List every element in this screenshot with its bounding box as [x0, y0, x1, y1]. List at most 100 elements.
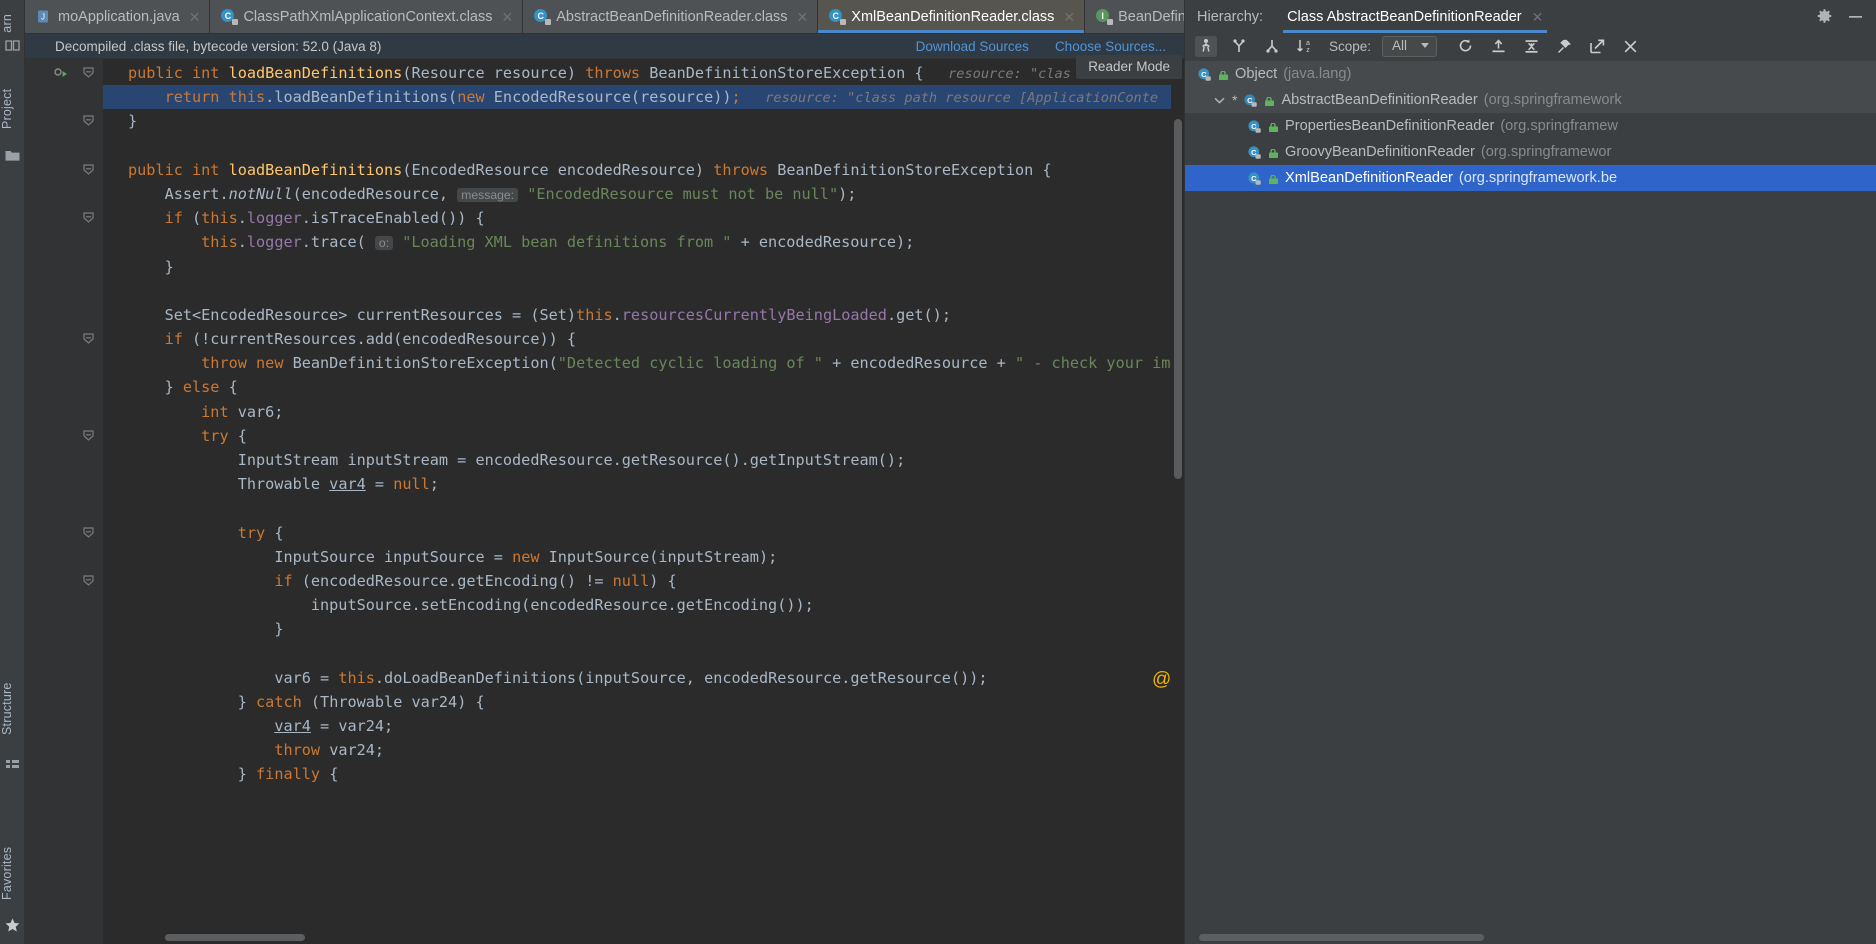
code-line[interactable] [103, 134, 1184, 158]
hierarchy-tree[interactable]: C Object (java.lang) * C AbstractBeanDefiniti… [1185, 59, 1876, 931]
expand-all-icon[interactable] [1487, 36, 1509, 57]
project-icon[interactable] [4, 147, 21, 164]
scrollbar-thumb[interactable] [1174, 119, 1182, 479]
scope-select[interactable]: All [1382, 35, 1438, 57]
code-line[interactable]: public int loadBeanDefinitions(EncodedRe… [103, 158, 1184, 182]
close-icon[interactable]: ✕ [187, 10, 201, 24]
code-line[interactable]: var4 = var24; [103, 714, 1184, 738]
hierarchy-tree-row[interactable]: C GroovyBeanDefinitionReader (org.springfr… [1185, 139, 1876, 165]
chevron-down-icon[interactable] [1213, 97, 1226, 104]
close-icon[interactable]: ✕ [1530, 10, 1544, 24]
sidebar-item-structure[interactable]: Structure [0, 669, 25, 749]
code-token: throws [713, 160, 778, 179]
editor-tab-xmlbeandefinitionreader[interactable]: C XmlBeanDefinitionReader.class ✕ [818, 0, 1086, 33]
code-line[interactable]: public int loadBeanDefinitions(Resource … [103, 61, 1184, 85]
favorites-star-icon[interactable] [4, 917, 21, 934]
supertypes-hierarchy-icon[interactable] [1228, 36, 1250, 57]
code-line[interactable]: throw new BeanDefinitionStoreException("… [103, 351, 1184, 375]
code-line[interactable]: throw var24; [103, 738, 1184, 762]
code-line[interactable]: try { [103, 521, 1184, 545]
code-line[interactable]: try { [103, 424, 1184, 448]
code-line[interactable]: } catch (Throwable var24) { [103, 690, 1184, 714]
editor-tab-moapplication[interactable]: J moApplication.java ✕ [25, 0, 211, 33]
docs-icon[interactable] [4, 37, 21, 59]
code-line[interactable]: Set<EncodedResource> currentResources = … [103, 303, 1184, 327]
hierarchy-tree-row[interactable]: C XmlBeanDefinitionReader (org.springframe… [1185, 165, 1876, 191]
download-sources-link[interactable]: Download Sources [916, 39, 1029, 54]
code-fold-toggle[interactable] [83, 333, 94, 344]
code-line[interactable]: } [103, 617, 1184, 641]
editor-horizontal-scrollbar[interactable] [103, 931, 1171, 944]
editor-tab-abstractbeandefinitionreader[interactable]: C AbstractBeanDefinitionReader.class ✕ [523, 0, 819, 33]
hierarchy-tree-row[interactable]: C PropertiesBeanDefinitionReader (org.spri… [1185, 113, 1876, 139]
code-fold-toggle[interactable] [83, 430, 94, 441]
sort-alphabetically-icon[interactable]: az [1294, 36, 1316, 57]
code-fold-toggle[interactable] [83, 115, 94, 127]
gear-icon[interactable] [1816, 8, 1833, 25]
code-line[interactable]: var6 = this.doLoadBeanDefinitions(inputS… [103, 666, 1184, 690]
code-line[interactable]: } [103, 255, 1184, 279]
scrollbar-thumb[interactable] [165, 934, 305, 941]
left-strip-spacer [0, 33, 25, 59]
close-icon[interactable]: ✕ [1061, 10, 1075, 24]
pin-icon[interactable] [1553, 36, 1575, 57]
code-token: logger [246, 209, 302, 228]
code-fold-toggle[interactable] [83, 164, 94, 175]
code-token: InputSource inputSource = [274, 547, 513, 566]
code-line[interactable]: } else { [103, 375, 1184, 399]
editor-vertical-scrollbar[interactable] [1171, 59, 1184, 944]
editor-gutter[interactable] [25, 59, 103, 944]
code-line[interactable]: InputStream inputStream = encodedResourc… [103, 448, 1184, 472]
sidebar-item-project[interactable]: Project [0, 77, 25, 141]
sidebar-item-favorites[interactable]: Favorites [0, 831, 25, 915]
close-icon[interactable] [1619, 36, 1641, 57]
code-line[interactable]: inputSource.setEncoding(encodedResource.… [103, 593, 1184, 617]
collapse-all-icon[interactable] [1520, 36, 1542, 57]
code-line[interactable]: if (!currentResources.add(encodedResourc… [103, 327, 1184, 351]
run-method-gutter-icon[interactable] [53, 68, 69, 89]
code-content[interactable]: public int loadBeanDefinitions(Resource … [103, 59, 1184, 787]
code-token: null [393, 475, 430, 494]
code-line[interactable]: return this.loadBeanDefinitions(new Enco… [103, 85, 1184, 110]
code-line[interactable] [103, 496, 1184, 520]
code-fold-toggle[interactable] [83, 212, 94, 223]
code-line[interactable]: if (encodedResource.getEncoding() != nul… [103, 569, 1184, 593]
minimize-icon[interactable] [1847, 8, 1864, 25]
structure-icon[interactable] [4, 757, 21, 774]
close-icon[interactable]: ✕ [795, 10, 809, 24]
code-line[interactable]: Throwable var4 = null; [103, 472, 1184, 496]
close-icon[interactable]: ✕ [499, 10, 513, 24]
code-editor[interactable]: public int loadBeanDefinitions(Resource … [103, 59, 1184, 944]
code-fold-toggle[interactable] [83, 67, 94, 78]
hierarchy-tree-row[interactable]: * C AbstractBeanDefinitionReader (org.sprin… [1185, 87, 1876, 113]
code-fold-toggle[interactable] [83, 527, 94, 538]
hierarchy-class-name: XmlBeanDefinitionReader [1285, 170, 1453, 186]
export-icon[interactable] [1586, 36, 1608, 57]
editor-tab-beandefinitionreader[interactable]: I BeanDefinitionReader.class [1085, 0, 1184, 33]
top-row: Learn J moApplication.java ✕ C ClassPath… [0, 0, 1876, 77]
choose-sources-link[interactable]: Choose Sources... [1055, 39, 1166, 54]
refresh-icon[interactable] [1454, 36, 1476, 57]
left-tool-strip-top: Learn [0, 0, 25, 77]
code-token: loadBeanDefinitions [228, 64, 403, 82]
code-line[interactable]: InputSource inputSource = new InputSourc… [103, 545, 1184, 569]
subtypes-hierarchy-icon[interactable] [1261, 36, 1283, 57]
code-fold-toggle[interactable] [83, 575, 94, 586]
code-line[interactable]: if (this.logger.isTraceEnabled()) { [103, 206, 1184, 230]
code-line[interactable] [103, 279, 1184, 303]
code-line[interactable]: } finally { [103, 762, 1184, 786]
editor-tab-bar[interactable]: J moApplication.java ✕ C ClassPathXmlApp… [25, 0, 1184, 33]
hierarchy-tab[interactable]: Class AbstractBeanDefinitionReader ✕ [1279, 0, 1551, 33]
hierarchy-horizontal-scrollbar[interactable] [1185, 931, 1876, 944]
reader-mode-chip[interactable]: Reader Mode [1076, 55, 1182, 79]
code-line[interactable] [103, 642, 1184, 666]
editor-tab-classpathxmlapplicationcontext[interactable]: C ClassPathXmlApplicationContext.class ✕ [210, 0, 524, 33]
code-line[interactable]: } [103, 109, 1184, 133]
code-line[interactable]: Assert.notNull(encodedResource, message:… [103, 182, 1184, 206]
code-token: { [274, 523, 284, 542]
hierarchy-tree-row[interactable]: C Object (java.lang) [1185, 61, 1876, 87]
scrollbar-thumb[interactable] [1199, 934, 1484, 941]
code-line[interactable]: this.logger.trace( o: "Loading XML bean … [103, 230, 1184, 254]
type-hierarchy-icon[interactable] [1195, 35, 1217, 57]
code-line[interactable]: int var6; [103, 400, 1184, 424]
